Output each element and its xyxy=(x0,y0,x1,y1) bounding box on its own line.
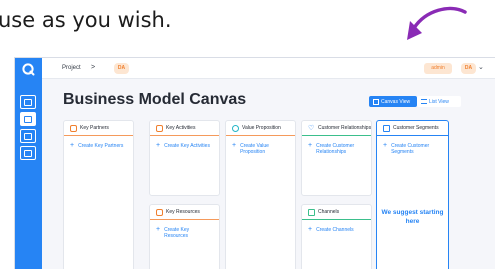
card-header: Key Partners xyxy=(64,121,133,136)
grid-icon xyxy=(373,98,379,105)
page-title: Business Model Canvas xyxy=(63,91,247,108)
create-label: Create Key Partners xyxy=(78,143,124,149)
create-label: Create Value Proposition xyxy=(240,143,269,155)
plus-icon: + xyxy=(308,226,313,233)
plus-icon: + xyxy=(308,142,313,149)
plus-icon: + xyxy=(232,142,237,149)
resources-icon xyxy=(156,208,163,216)
avatar[interactable]: DA xyxy=(461,63,476,74)
gift-icon xyxy=(232,124,239,132)
topbar: Project > DA admin DA ⌄ xyxy=(42,58,495,79)
create-label: Create Customer Relationships xyxy=(316,143,355,155)
card-title: Customer Relationships xyxy=(318,125,372,131)
card-key-resources: Key Resources + Create Key Resources xyxy=(149,204,220,269)
user-badge[interactable]: admin xyxy=(424,63,452,74)
view-switch: Canvas View List View xyxy=(369,96,461,107)
create-label: Create Key Resources xyxy=(164,227,190,239)
card-header: Value Proposition xyxy=(226,121,295,136)
create-label: Create Key Activities xyxy=(164,143,210,149)
suggestion-text: We suggest starting here xyxy=(381,209,444,225)
card-title: Value Proposition xyxy=(242,125,281,131)
plus-icon: + xyxy=(70,142,75,149)
list-view-button[interactable]: List View xyxy=(417,96,461,107)
card-title: Customer Segments xyxy=(393,125,439,131)
app-window: Project > DA admin DA ⌄ Business Model C… xyxy=(14,57,495,269)
card-value-proposition: Value Proposition + Create Value Proposi… xyxy=(225,120,296,269)
create-value-proposition-button[interactable]: + Create Value Proposition xyxy=(232,142,280,155)
card-icon xyxy=(24,149,32,157)
canvas-view-label: Canvas View xyxy=(381,98,411,105)
card-customer-segments[interactable]: Customer Segments + Create Customer Segm… xyxy=(376,120,449,269)
card-title: Key Activities xyxy=(166,125,196,131)
document-icon xyxy=(24,132,32,140)
card-channels: Channels + Create Channels xyxy=(301,204,372,269)
segments-icon xyxy=(383,124,390,132)
list-view-label: List View xyxy=(429,98,449,105)
create-label: Create Channels xyxy=(316,227,354,233)
card-title: Channels xyxy=(318,209,340,215)
sidebar xyxy=(15,58,42,269)
page: use as you wish. Project > DA admin DA ⌄… xyxy=(0,0,495,269)
card-key-partners: Key Partners + Create Key Partners xyxy=(63,120,134,269)
create-customer-relationships-button[interactable]: + Create Customer Relationships xyxy=(308,142,360,155)
card-header: ♡ Customer Relationships xyxy=(302,121,371,136)
heart-icon: ♡ xyxy=(308,124,315,132)
logo-icon[interactable] xyxy=(21,62,35,76)
breadcrumb-separator: > xyxy=(91,64,96,71)
card-title: Key Partners xyxy=(80,125,109,131)
annotation-arrow-icon xyxy=(407,6,467,40)
plus-icon: + xyxy=(383,142,388,149)
create-customer-segments-button[interactable]: + Create Customer Segments xyxy=(383,142,435,155)
create-key-partners-button[interactable]: + Create Key Partners xyxy=(70,142,124,149)
chevron-down-icon[interactable]: ⌄ xyxy=(478,63,484,71)
sidebar-item-documents[interactable] xyxy=(20,129,36,143)
sidebar-item-canvas[interactable] xyxy=(20,112,36,126)
card-header: Key Activities xyxy=(150,121,219,136)
list-icon xyxy=(421,99,427,104)
plus-icon: + xyxy=(156,226,161,233)
canvas-icon xyxy=(24,115,32,123)
sidebar-item-cards[interactable] xyxy=(20,146,36,160)
board-icon xyxy=(24,98,32,106)
create-channels-button[interactable]: + Create Channels xyxy=(308,226,354,233)
plus-icon: + xyxy=(156,142,161,149)
canvas-view-button[interactable]: Canvas View xyxy=(369,96,417,107)
handshake-icon xyxy=(70,124,77,132)
create-key-resources-button[interactable]: + Create Key Resources xyxy=(156,226,204,239)
create-key-activities-button[interactable]: + Create Key Activities xyxy=(156,142,210,149)
breadcrumb-project[interactable]: Project xyxy=(62,65,81,71)
card-customer-relationships: ♡ Customer Relationships + Create Custom… xyxy=(301,120,372,196)
sidebar-item-boards[interactable] xyxy=(20,95,36,109)
truck-icon xyxy=(308,208,315,216)
card-key-activities: Key Activities + Create Key Activities xyxy=(149,120,220,196)
card-header: Channels xyxy=(302,205,371,220)
activity-icon xyxy=(156,124,163,132)
card-header: Customer Segments xyxy=(377,121,448,136)
project-badge[interactable]: DA xyxy=(114,63,129,74)
card-header: Key Resources xyxy=(150,205,219,220)
caption-text: use as you wish. xyxy=(0,8,172,32)
create-label: Create Customer Segments xyxy=(391,143,430,155)
card-title: Key Resources xyxy=(166,209,200,215)
